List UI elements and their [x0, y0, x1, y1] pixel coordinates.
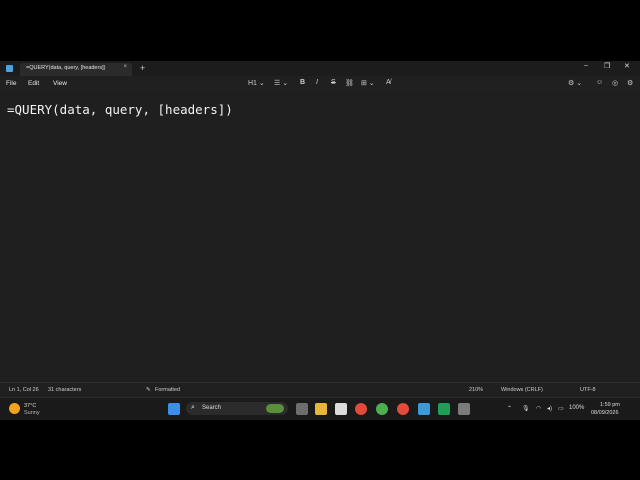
- settings-gear-icon[interactable]: ⚙: [627, 79, 633, 87]
- link-icon[interactable]: ⛓: [345, 79, 354, 87]
- strikethrough-button[interactable]: S: [331, 79, 336, 86]
- notepad-app-icon: [6, 65, 13, 72]
- wifi-icon[interactable]: ◠: [536, 405, 541, 412]
- notepad-taskbar-icon[interactable]: [418, 403, 430, 415]
- weather-desc[interactable]: Sunny: [24, 410, 40, 416]
- store-icon[interactable]: [335, 403, 347, 415]
- character-count: 31 characters: [48, 387, 82, 393]
- volume-icon[interactable]: ◂): [547, 405, 552, 412]
- text-editor[interactable]: =QUERY(data, query, [headers]): [0, 92, 640, 382]
- chrome-profile-icon[interactable]: [376, 403, 388, 415]
- list-dropdown[interactable]: ☰ ⌄: [274, 79, 288, 87]
- search-placeholder: Search: [202, 405, 222, 411]
- copilot-dropdown[interactable]: ⚙ ⌄: [568, 79, 582, 87]
- maximize-button[interactable]: ❐: [604, 62, 610, 70]
- excel-icon[interactable]: [438, 403, 450, 415]
- menu-file[interactable]: File: [6, 80, 16, 87]
- search-icon: ⌕: [191, 404, 195, 411]
- taskbar-search[interactable]: ⌕ Search: [186, 402, 288, 415]
- heading-dropdown[interactable]: H1 ⌄: [248, 79, 265, 87]
- microphone-icon[interactable]: 🎙: [522, 405, 530, 412]
- close-tab-icon[interactable]: ×: [123, 64, 127, 70]
- search-highlight-icon: [266, 404, 284, 413]
- tab-title: =QUERY(data, query, [headers]): [26, 65, 106, 71]
- bold-button[interactable]: B: [300, 79, 305, 86]
- battery-icon[interactable]: ▭: [558, 405, 564, 412]
- formatted-status[interactable]: Formatted: [155, 387, 180, 393]
- clock-time[interactable]: 1:59 pm: [600, 402, 620, 408]
- menu-edit[interactable]: Edit: [28, 80, 39, 87]
- sun-icon[interactable]: [9, 403, 20, 414]
- menu-bar: File Edit View H1 ⌄ ☰ ⌄ B I S ⛓ ⊞ ⌄ A̸ ⚙…: [0, 76, 640, 92]
- notepad-window: =QUERY(data, query, [headers]) × + – ❐ ✕…: [0, 61, 640, 398]
- new-tab-button[interactable]: +: [140, 63, 145, 73]
- file-explorer-icon[interactable]: [315, 403, 327, 415]
- tab-document[interactable]: =QUERY(data, query, [headers]) ×: [20, 63, 132, 76]
- feedback-icon[interactable]: ☺: [596, 79, 603, 86]
- tray-chevron-icon[interactable]: ⌃: [507, 405, 512, 412]
- battery-percent[interactable]: 100%: [569, 405, 584, 411]
- clock-date[interactable]: 08/09/2026: [591, 410, 619, 416]
- snipping-tool-icon[interactable]: [458, 403, 470, 415]
- taskbar: 37°C Sunny ⌕ Search ⌃ 🎙 ◠ ◂) ▭ 100% 1:59…: [0, 397, 640, 420]
- weather-temp[interactable]: 37°C: [24, 403, 36, 409]
- clear-formatting-icon[interactable]: A̸: [386, 79, 391, 86]
- zoom-level[interactable]: 210%: [469, 387, 483, 393]
- windows-start-icon[interactable]: [168, 403, 180, 415]
- editor-content[interactable]: =QUERY(data, query, [headers]): [7, 102, 233, 117]
- title-bar: =QUERY(data, query, [headers]) × + – ❐ ✕: [0, 61, 640, 76]
- line-endings[interactable]: Windows (CRLF): [501, 387, 543, 393]
- minimize-button[interactable]: –: [584, 62, 588, 69]
- chrome-icon[interactable]: [355, 403, 367, 415]
- task-view-icon[interactable]: [296, 403, 308, 415]
- chrome-profile-2-icon[interactable]: [397, 403, 409, 415]
- encoding[interactable]: UTF-8: [580, 387, 596, 393]
- account-icon[interactable]: ◎: [612, 79, 618, 87]
- menu-view[interactable]: View: [53, 80, 67, 87]
- cursor-position: Ln 1, Col 26: [9, 387, 39, 393]
- formatting-icon: ✎: [146, 387, 151, 393]
- table-dropdown[interactable]: ⊞ ⌄: [361, 79, 375, 87]
- italic-button[interactable]: I: [316, 79, 318, 86]
- status-bar: Ln 1, Col 26 31 characters ✎ Formatted 2…: [0, 382, 640, 398]
- close-window-button[interactable]: ✕: [624, 62, 630, 70]
